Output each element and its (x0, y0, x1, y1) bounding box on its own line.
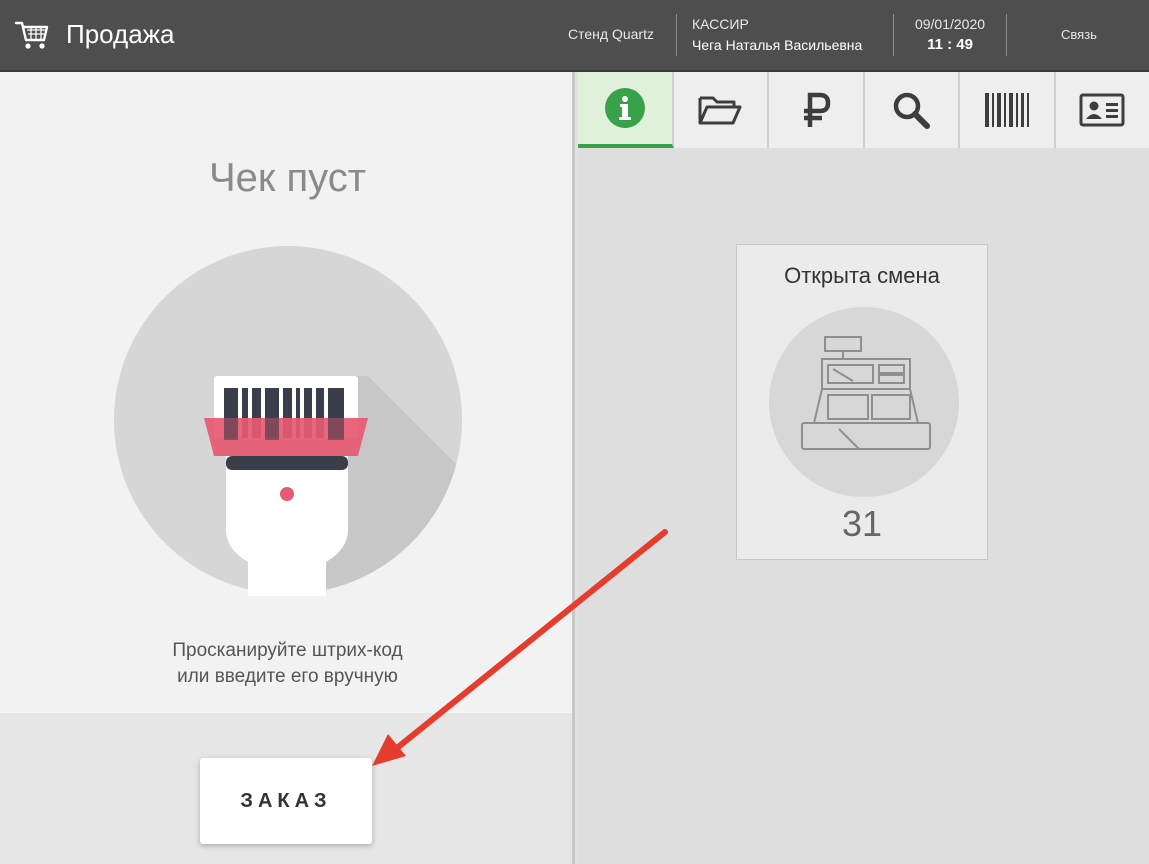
cash-register-icon (801, 336, 931, 450)
scan-hint: Просканируйте штрих-код или введите его … (0, 638, 575, 690)
shift-card-circle (769, 307, 959, 497)
barcode-scanner-icon (114, 246, 462, 596)
receipt-panel: Чек пуст Просканируйте штрих-код или вве… (0, 72, 575, 864)
connection-link[interactable]: Связь (1040, 27, 1118, 42)
current-time: 11 : 49 (927, 36, 973, 53)
current-date: 09/01/2020 (914, 16, 986, 32)
page-title: Продажа (66, 19, 175, 49)
ruble-icon (803, 92, 831, 127)
user-name: Чега Наталья Васильевна (692, 37, 863, 53)
id-card-icon (1079, 93, 1125, 127)
info-icon (604, 88, 645, 128)
shift-card[interactable]: Открыта смена 31 (736, 244, 988, 560)
user-role: КАССИР (692, 16, 749, 32)
cart-icon (14, 21, 49, 49)
shift-card-title: Открыта смена (784, 263, 940, 288)
order-button[interactable]: ЗАКАЗ (200, 758, 372, 844)
shift-number: 31 (841, 503, 883, 544)
tab-folder[interactable] (674, 72, 769, 148)
folder-icon (698, 96, 742, 125)
tab-barcode[interactable] (960, 72, 1056, 148)
divider (1006, 14, 1007, 56)
scan-hint-line-1: Просканируйте штрих-код (172, 640, 403, 661)
barcode-icon (984, 93, 1029, 127)
tab-info[interactable] (578, 72, 674, 148)
stand-name: Стенд Quartz (568, 26, 654, 42)
divider (893, 14, 894, 56)
search-icon (894, 92, 931, 129)
scan-hint-line-2: или введите его вручную (177, 666, 398, 687)
receipt-empty-title: Чек пуст (208, 156, 367, 200)
tab-payment[interactable] (769, 72, 865, 148)
tab-search[interactable] (865, 72, 960, 148)
tab-bar (578, 72, 1149, 148)
top-bar: Продажа Стенд Quartz КАССИР Чега Наталья… (0, 0, 1149, 72)
tab-client[interactable] (1056, 72, 1149, 148)
divider (676, 14, 677, 56)
